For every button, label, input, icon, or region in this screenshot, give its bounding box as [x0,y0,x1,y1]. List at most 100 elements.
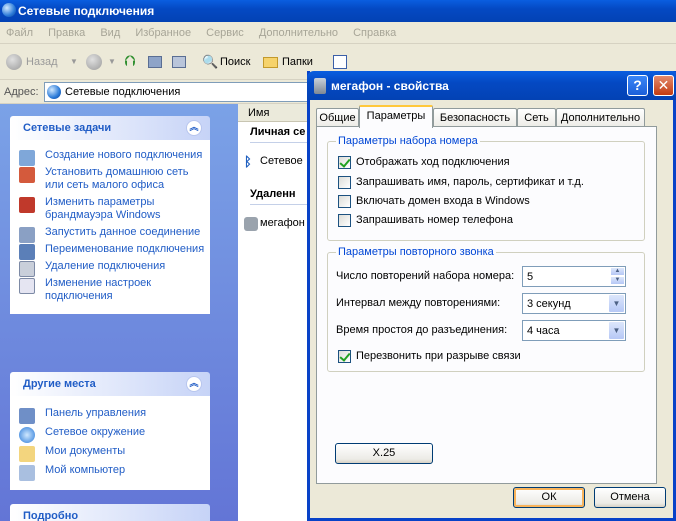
group-personal: Личная се [250,126,306,138]
details-header[interactable]: Подробно [10,504,210,521]
task-change-settings[interactable]: Изменение настроек подключения [19,277,209,303]
my-documents-icon [19,446,35,462]
dialing-options-legend: Параметры набора номера [336,135,480,147]
place-control-panel[interactable]: Панель управления [19,407,209,424]
menu-bar: Файл Правка Вид Избранное Сервис Дополни… [0,22,676,44]
group-remote: Удаленн [250,188,296,200]
idle-time-value: 4 часа [527,325,560,337]
tab-advanced[interactable]: Дополнительно [556,108,645,127]
details-title: Подробно [23,510,79,521]
chevron-down-icon[interactable]: ▼ [608,294,625,313]
redial-attempts-stepper[interactable]: 5 ▲ ▼ [522,266,626,287]
firewall-icon [19,197,35,213]
redial-interval-value: 3 секунд [527,298,571,310]
address-value: Сетевые подключения [65,86,181,98]
redial-options-group: Параметры повторного звонка Число повтор… [327,246,645,372]
tab-general[interactable]: Общие [316,108,359,127]
back-dropdown-icon[interactable]: ▼ [70,52,78,72]
checkbox-box[interactable] [338,195,351,208]
task-delete-connection[interactable]: Удаление подключения [19,260,209,277]
network-tasks-list: Создание нового подключения Установить д… [10,140,210,314]
spin-buttons[interactable]: ▲ ▼ [610,267,625,286]
task-home-network[interactable]: Установить домашнюю сеть или сеть малого… [19,166,209,192]
redial-attempts-value: 5 [527,271,534,283]
network-connections-icon [2,3,16,17]
place-my-documents[interactable]: Мои документы [19,445,209,462]
tab-strip: Общие Параметры Безопасность Сеть Дополн… [316,105,656,128]
redial-interval-label: Интервал между повторениями: [336,297,501,309]
up-folder-icon[interactable]: ⮉ [124,52,135,72]
task-pane: Сетевые задачи ︽ Создание нового подключ… [0,104,238,521]
task-start-connection[interactable]: Запустить данное соединение [19,226,209,243]
details-panel: Подробно [10,504,210,521]
dialog-title-bar[interactable]: мегафон - свойства ? ✕ [307,71,676,100]
dialog-title: мегафон - свойства [331,79,449,93]
chevron-down-icon[interactable]: ▼ [608,321,625,340]
tab-parameters[interactable]: Параметры [359,105,433,128]
dialing-options-group: Параметры набора номера Отображать ход п… [327,135,645,241]
task-rename-connection[interactable]: Переименование подключения [19,243,209,260]
menu-edit[interactable]: Правка [48,27,85,39]
search-icon: 🔍 [202,54,219,69]
rename-icon [19,244,35,260]
redial-attempts-label: Число повторений набора номера: [336,270,515,282]
network-globe-icon [47,85,61,99]
menu-favorites[interactable]: Избранное [135,27,191,39]
menu-advanced[interactable]: Дополнительно [259,27,338,39]
task-firewall-settings[interactable]: Изменить параметры брандмауэра Windows [19,196,209,222]
checkbox-box[interactable] [338,350,351,363]
other-places-list: Панель управления Сетевое окружение Мои … [10,396,210,490]
network-neighborhood-icon [19,427,35,443]
menu-file[interactable]: Файл [6,27,33,39]
idle-time-label: Время простоя до разъединения: [336,324,508,336]
cancel-button[interactable]: Отмена [594,487,666,508]
ok-button[interactable]: ОК [513,487,585,508]
checkbox-box[interactable] [338,156,351,169]
explorer-title: Сетевые подключения [18,4,155,18]
forward-dropdown-icon[interactable]: ▼ [108,52,116,72]
menu-help[interactable]: Справка [353,27,396,39]
redial-options-legend: Параметры повторного звонка [336,246,496,258]
network-tasks-panel: Сетевые задачи ︽ Создание нового подключ… [10,116,210,314]
views-icon[interactable] [333,55,347,69]
place-my-computer[interactable]: Мой компьютер [19,464,209,481]
back-arrow-icon [6,54,22,70]
network-tasks-title: Сетевые задачи [23,122,112,134]
move-to-icon[interactable] [148,56,162,68]
x25-button[interactable]: X.25 [335,443,433,464]
other-places-title: Другие места [23,378,96,390]
settings-checklist-icon [19,278,35,294]
spin-up-icon[interactable]: ▲ [610,267,625,276]
help-button[interactable]: ? [627,75,648,96]
new-connection-icon [19,150,35,166]
back-button[interactable]: Назад [26,52,58,72]
delete-icon[interactable] [172,56,186,68]
network-tasks-header[interactable]: Сетевые задачи ︽ [10,116,210,140]
place-network-neighborhood[interactable]: Сетевое окружение [19,426,209,443]
close-button[interactable]: ✕ [653,75,674,96]
tab-security[interactable]: Безопасность [433,108,517,127]
collapse-chevron-icon[interactable]: ︽ [186,120,202,136]
dial-connection-icon [19,227,35,243]
bluetooth-icon: ᛒ [244,154,252,169]
address-label: Адрес: [4,86,39,98]
folders-icon [263,57,278,68]
checkbox-box[interactable] [338,214,351,227]
tab-network[interactable]: Сеть [517,108,556,127]
dialup-connection-icon [244,217,258,231]
search-button[interactable]: Поиск [220,52,250,72]
other-places-header[interactable]: Другие места ︽ [10,372,210,396]
idle-time-select[interactable]: 4 часа ▼ [522,320,626,341]
menu-tools[interactable]: Сервис [206,27,244,39]
spin-down-icon[interactable]: ▼ [610,276,625,285]
checkbox-box[interactable] [338,176,351,189]
menu-view[interactable]: Вид [100,27,120,39]
folders-button[interactable]: Папки [282,52,313,72]
redial-interval-select[interactable]: 3 секунд ▼ [522,293,626,314]
other-places-panel: Другие места ︽ Панель управления Сетевое… [10,372,210,490]
explorer-title-bar: Сетевые подключения [0,0,676,22]
my-computer-icon [19,465,35,481]
task-create-connection[interactable]: Создание нового подключения [19,149,209,166]
collapse-chevron-icon[interactable]: ︽ [186,376,202,392]
forward-button[interactable] [86,54,102,70]
